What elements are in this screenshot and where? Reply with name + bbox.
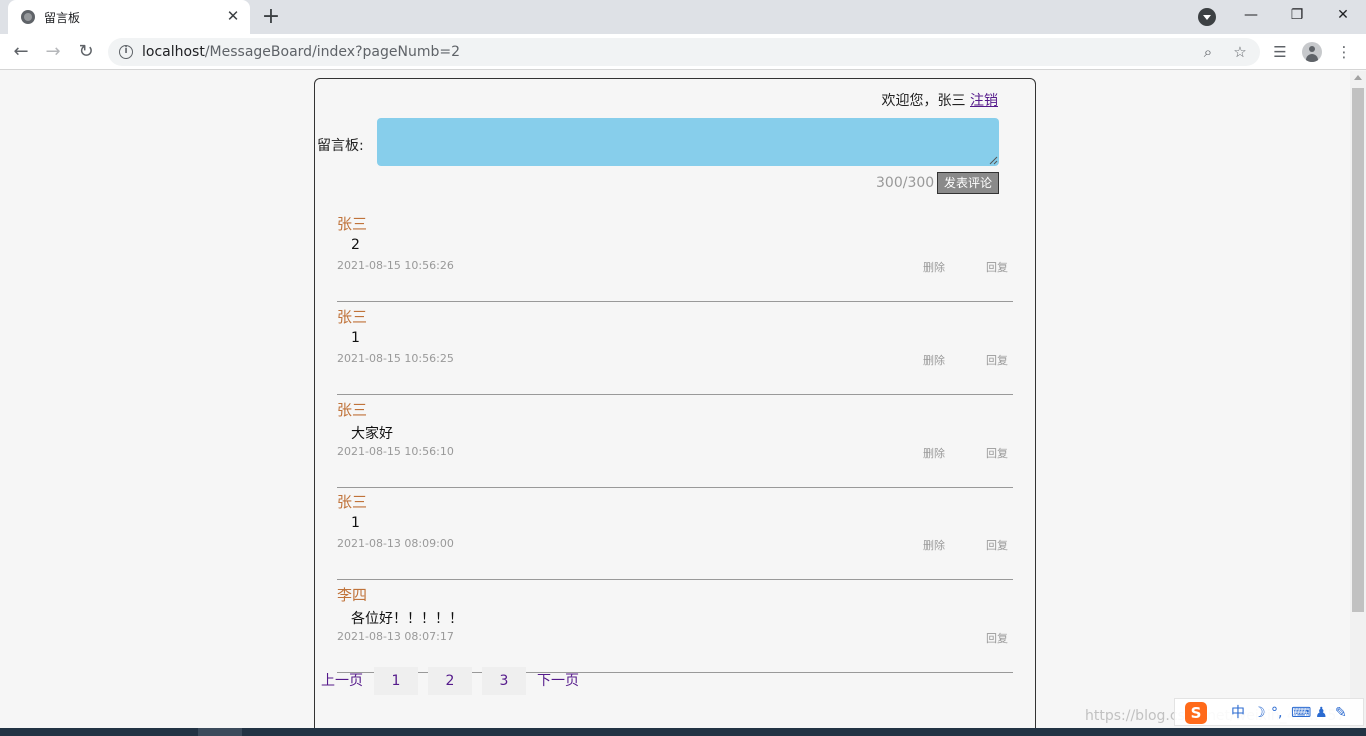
browser-toolbar: ← → ↻ i localhost/MessageBoard/index?pag… [0, 34, 1366, 70]
comment-content: 大家好 [351, 426, 393, 442]
ime-mode-toggle[interactable]: 中 [1231, 704, 1245, 722]
message-input[interactable] [377, 118, 999, 166]
user-icon[interactable]: ♟ [1315, 704, 1328, 722]
comment-author: 张三 [337, 308, 368, 326]
logout-link[interactable]: 注销 [970, 93, 998, 109]
comment-time: 2021-08-15 10:56:26 [337, 259, 454, 272]
comment-author: 李四 [337, 586, 368, 604]
tools-icon[interactable]: ✎ [1335, 704, 1347, 722]
url-text[interactable]: localhost/MessageBoard/index?pageNumb=2 [142, 44, 460, 60]
taskbar-item[interactable] [198, 728, 242, 736]
scroll-up-icon[interactable] [1354, 75, 1362, 80]
comment-author: 张三 [337, 401, 368, 419]
punctuation-icon[interactable]: °, [1271, 704, 1282, 722]
reply-link[interactable]: 回复 [986, 630, 1008, 646]
reply-link[interactable]: 回复 [986, 352, 1008, 368]
sogou-logo-icon[interactable]: S [1185, 702, 1207, 724]
comment-time: 2021-08-13 08:07:17 [337, 630, 454, 643]
delete-link[interactable]: 删除 [923, 352, 945, 368]
submit-comment-button[interactable]: 发表评论 [937, 172, 999, 194]
comment-content: 1 [351, 330, 360, 346]
reload-button[interactable]: ↻ [73, 39, 99, 65]
close-window-button[interactable]: ✕ [1320, 0, 1366, 30]
page-link-3[interactable]: 3 [482, 667, 526, 695]
forward-button[interactable]: → [40, 39, 66, 65]
star-icon[interactable]: ☆ [1230, 42, 1250, 62]
comment-author: 张三 [337, 215, 368, 233]
tab-bar: 留言板 ✕ + — ❐ ✕ [0, 0, 1366, 34]
tab-search-icon[interactable] [1198, 8, 1216, 26]
moon-icon[interactable]: ☽ [1253, 704, 1266, 722]
address-bar[interactable]: i localhost/MessageBoard/index?pageNumb=… [108, 38, 1260, 66]
comment-item: 张三 1 2021-08-13 08:09:00 删除 回复 [337, 487, 1013, 580]
ime-toolbar[interactable]: S 中 ☽ °, ⌨ ♟ ✎ [1174, 698, 1364, 726]
comment-item: 张三 2 2021-08-15 10:56:26 删除 回复 [337, 209, 1013, 302]
comment-time: 2021-08-13 08:09:00 [337, 537, 454, 550]
board-label: 留言板: [317, 138, 364, 154]
taskbar [0, 728, 1366, 736]
info-icon[interactable]: i [119, 45, 133, 59]
page-link-1[interactable]: 1 [374, 667, 418, 695]
next-page-link[interactable]: 下一页 [536, 667, 580, 695]
comment-author: 张三 [337, 493, 368, 511]
new-tab-button[interactable]: + [258, 4, 284, 30]
comment-time: 2021-08-15 10:56:10 [337, 445, 454, 458]
delete-link[interactable]: 删除 [923, 445, 945, 461]
globe-icon [21, 10, 35, 24]
welcome-text: 欢迎您，张三 [881, 93, 966, 109]
reply-link[interactable]: 回复 [986, 537, 1008, 553]
char-counter: 300/300 [876, 175, 935, 191]
profile-avatar-icon[interactable] [1302, 42, 1322, 62]
page-viewport: 欢迎您，张三 注销 留言板: 300/300 发表评论 张三 2 2021-08… [0, 71, 1350, 728]
prev-page-link[interactable]: 上一页 [320, 667, 364, 695]
page-link-2[interactable]: 2 [428, 667, 472, 695]
delete-link[interactable]: 删除 [923, 537, 945, 553]
restore-button[interactable]: ❐ [1274, 0, 1320, 30]
back-button[interactable]: ← [8, 39, 34, 65]
reply-link[interactable]: 回复 [986, 445, 1008, 461]
page-scrollbar[interactable] [1350, 71, 1366, 728]
comment-content: 各位好！！！！！ [351, 611, 463, 627]
comment-time: 2021-08-15 10:56:25 [337, 352, 454, 365]
comment-item: 张三 1 2021-08-15 10:56:25 删除 回复 [337, 302, 1013, 395]
delete-link[interactable]: 删除 [923, 259, 945, 275]
tab-title: 留言板 [44, 11, 81, 25]
comment-item: 李四 各位好！！！！！ 2021-08-13 08:07:17 回复 [337, 580, 1013, 673]
tab-close-icon[interactable]: ✕ [224, 7, 242, 25]
browser-tab[interactable]: 留言板 ✕ [8, 0, 250, 34]
comment-item: 张三 大家好 2021-08-15 10:56:10 删除 回复 [337, 395, 1013, 488]
reply-link[interactable]: 回复 [986, 259, 1008, 275]
minimize-button[interactable]: — [1228, 0, 1274, 30]
menu-icon[interactable]: ⋮ [1334, 42, 1354, 62]
welcome-bar: 欢迎您，张三 注销 [882, 90, 998, 110]
scroll-thumb[interactable] [1352, 88, 1364, 612]
media-icon[interactable]: ☰ [1270, 42, 1290, 62]
message-board: 欢迎您，张三 注销 留言板: 300/300 发表评论 张三 2 2021-08… [314, 78, 1036, 728]
keyboard-icon[interactable]: ⌨ [1291, 704, 1311, 722]
zoom-icon[interactable]: ⌕ [1198, 42, 1218, 62]
comment-content: 2 [351, 237, 360, 253]
comment-content: 1 [351, 515, 360, 531]
resize-grip-icon[interactable] [988, 155, 998, 165]
